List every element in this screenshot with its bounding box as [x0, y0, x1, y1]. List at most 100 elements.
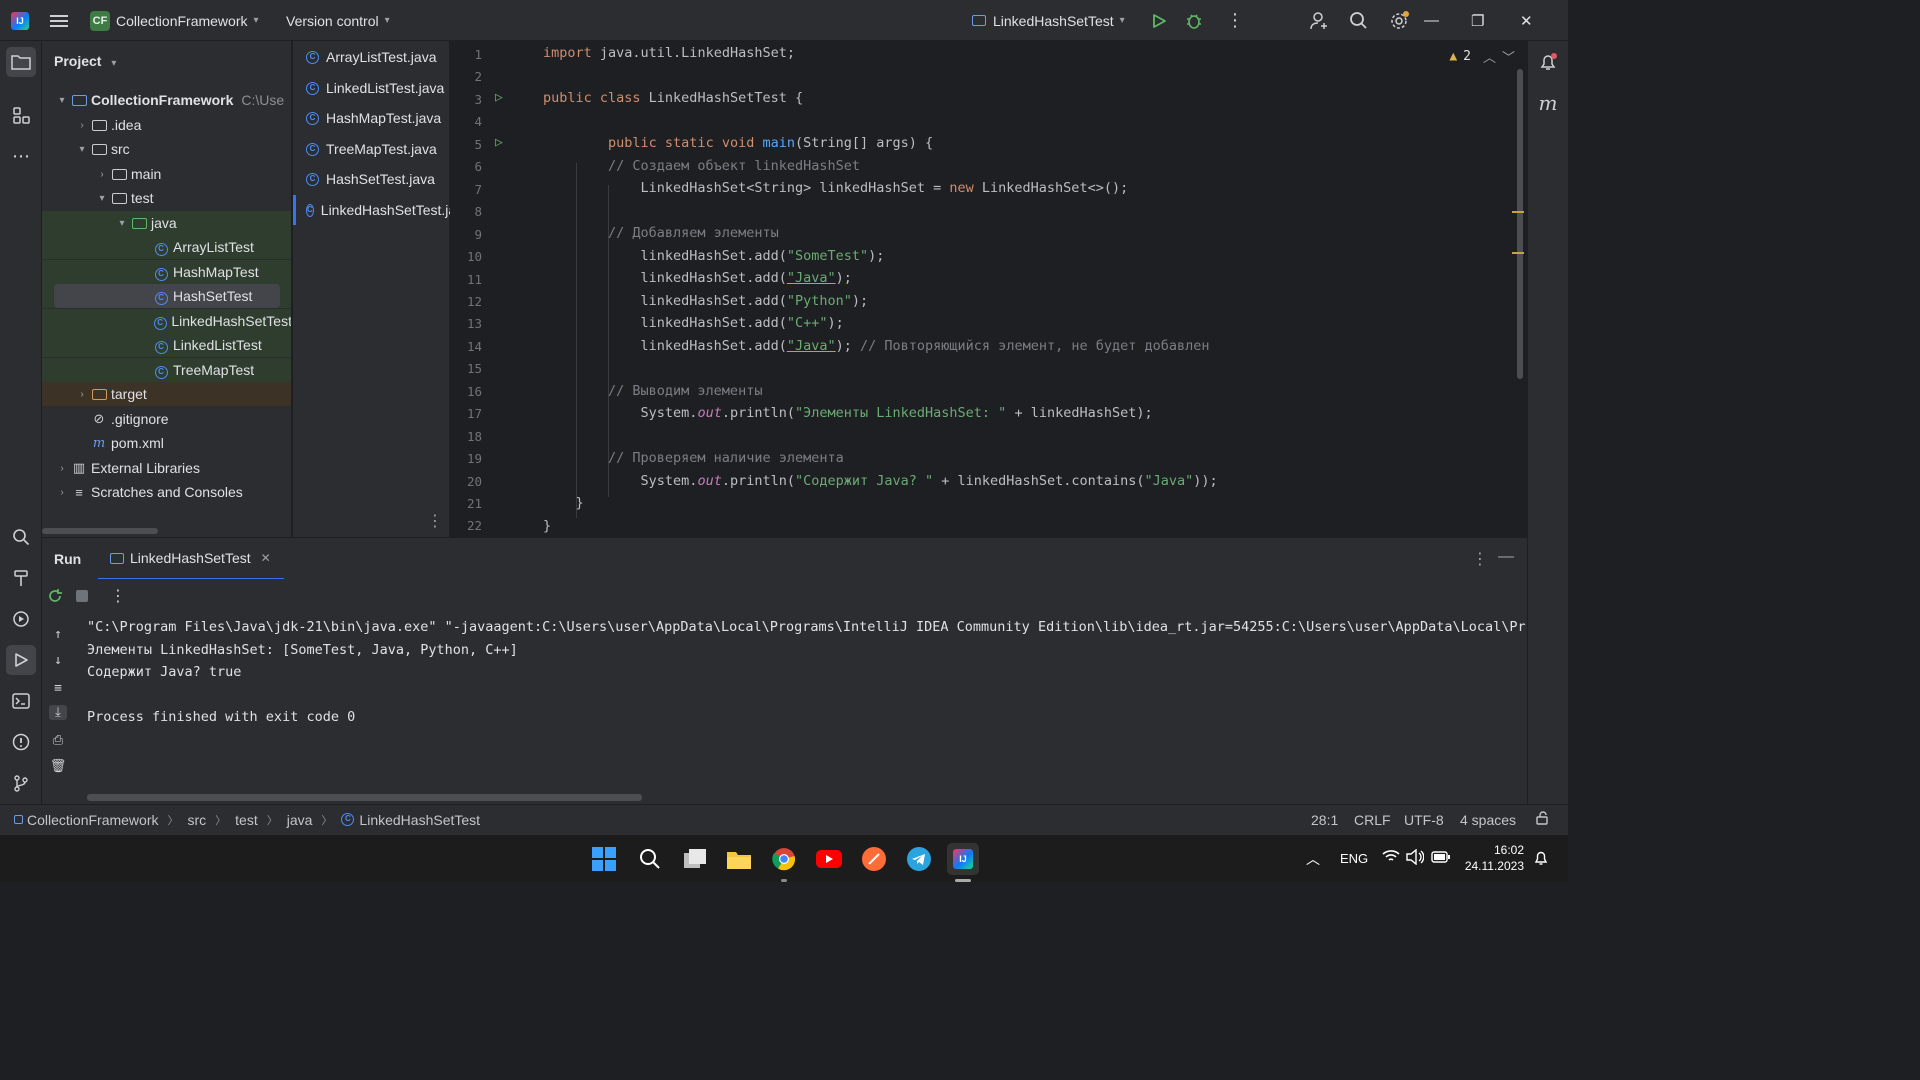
problems-tool-button[interactable]	[6, 727, 36, 757]
tree-node-test[interactable]: ▾ test	[42, 186, 291, 210]
unlock-icon[interactable]	[1536, 811, 1550, 828]
vertical-scrollbar[interactable]	[1517, 69, 1523, 379]
tree-node-treemaptest[interactable]: C TreeMapTest	[42, 358, 291, 382]
next-highlight-icon[interactable]: ﹀	[1502, 47, 1515, 66]
project-tool-button[interactable]	[6, 47, 36, 77]
soft-wrap-icon[interactable]: ≡	[49, 681, 67, 696]
code-editor[interactable]: 1 2 3 4 5 6 7 8 9 10 11 12 13 14 15 16 17 18 19 20 21 22 ▷ ▷ …	[450, 41, 1527, 537]
run-configuration-selector[interactable]: LinkedHashSetTest ▾	[972, 0, 1125, 41]
clock[interactable]: 16:02 24.11.2023	[1464, 842, 1524, 874]
tree-node-target[interactable]: › target	[42, 382, 291, 406]
tree-node-linkedhashsettest[interactable]: C LinkedHashSetTest	[42, 309, 291, 333]
tree-node-idea[interactable]: › .idea	[42, 113, 291, 137]
input-language[interactable]: ENG	[1340, 851, 1368, 866]
tree-node-scratches[interactable]: › ≡ Scratches and Consoles	[42, 480, 291, 504]
services-tool-button[interactable]	[6, 604, 36, 634]
inspection-widget[interactable]: ▲ 2 ︿ ﹀	[1449, 47, 1515, 66]
youtube-icon[interactable]	[813, 843, 845, 875]
file-explorer-icon[interactable]	[723, 843, 755, 875]
version-control-menu[interactable]: Version control ▾	[286, 0, 390, 41]
caret-position[interactable]: 28:1	[1311, 812, 1338, 828]
tree-node-arraylisttest[interactable]: C ArrayListTest	[42, 235, 291, 259]
close-icon[interactable]: ✕	[261, 551, 271, 565]
postman-icon[interactable]	[858, 843, 890, 875]
windows-start-icon[interactable]	[588, 843, 620, 875]
run-tool-button[interactable]	[6, 645, 36, 675]
tree-node-hashmaptest[interactable]: C HashMapTest	[42, 260, 291, 284]
tree-node-src[interactable]: ▾ src	[42, 137, 291, 161]
warning-marker[interactable]	[1512, 252, 1524, 254]
notifications-button[interactable]	[1533, 47, 1563, 77]
breadcrumb-item[interactable]: src	[187, 812, 206, 828]
search-icon[interactable]	[634, 843, 666, 875]
breadcrumb-item[interactable]: java	[287, 812, 313, 828]
chrome-icon[interactable]	[768, 843, 800, 875]
tree-node-main[interactable]: › main	[42, 162, 291, 186]
intellij-logo-icon[interactable]: IJ	[11, 0, 29, 41]
previous-highlight-icon[interactable]: ︿	[1483, 47, 1496, 66]
stop-icon[interactable]	[76, 590, 88, 602]
tab-linkedhashsettest[interactable]: C LinkedHashSetTest.java	[293, 195, 450, 225]
tree-node-hashsettest[interactable]: C HashSetTest	[42, 284, 291, 308]
horizontal-scrollbar[interactable]	[42, 528, 158, 534]
tab-hashsettest[interactable]: C HashSetTest.java	[293, 164, 450, 194]
tree-node-pom[interactable]: m pom.xml	[42, 431, 291, 455]
wifi-icon[interactable]	[1382, 849, 1400, 866]
breadcrumb-item[interactable]: test	[235, 812, 258, 828]
telegram-icon[interactable]	[903, 843, 935, 875]
trash-icon[interactable]: 🗑	[49, 759, 67, 774]
run-console[interactable]: ↑ ↓ ≡ ⤓ ⎙ 🗑 "C:\Program Files\Java\jdk-2…	[42, 615, 1527, 804]
more-run-actions-icon[interactable]: ⋮	[110, 586, 126, 606]
code-with-me-button[interactable]	[1309, 0, 1329, 41]
indent-setting[interactable]: 4 spaces	[1460, 812, 1516, 828]
maven-tool-icon[interactable]: m	[1533, 88, 1563, 118]
notification-bell-icon[interactable]	[1533, 849, 1549, 870]
run-options-icon[interactable]: ⋮	[1472, 549, 1488, 569]
tree-node-external-libraries[interactable]: › ▥ External Libraries	[42, 456, 291, 480]
down-arrow-icon[interactable]: ↓	[49, 653, 67, 668]
tree-node-collectionframework[interactable]: ▾ CollectionFramework C:\Use	[42, 88, 291, 112]
run-main-gutter-icon[interactable]: ▷	[495, 135, 503, 150]
rerun-button[interactable]	[47, 588, 63, 607]
minimize-button[interactable]: —	[1424, 0, 1470, 41]
debug-button[interactable]	[1185, 0, 1203, 41]
project-panel-header[interactable]: Project ▾	[54, 53, 116, 69]
line-separator[interactable]: CRLF	[1354, 812, 1391, 828]
breadcrumb-item[interactable]: LinkedHashSetTest	[359, 812, 480, 828]
terminal-tool-button[interactable]	[6, 686, 36, 716]
intellij-taskbar-icon[interactable]: IJ	[947, 843, 979, 875]
scroll-to-end-icon[interactable]: ⤓	[49, 705, 67, 720]
run-class-gutter-icon[interactable]: ▷	[495, 90, 503, 105]
more-tools-icon[interactable]: ⋯	[6, 141, 36, 171]
search-everywhere-button[interactable]	[1349, 0, 1368, 41]
git-tool-button[interactable]	[6, 768, 36, 798]
tabs-more-icon[interactable]: ⋮	[427, 511, 443, 531]
tab-hashmaptest[interactable]: C HashMapTest.java	[293, 103, 450, 133]
warning-marker[interactable]	[1512, 211, 1524, 213]
tab-arraylisttest[interactable]: C ArrayListTest.java	[293, 42, 450, 72]
show-hidden-icons-button[interactable]: ︿	[1306, 849, 1320, 869]
structure-tool-button[interactable]	[6, 100, 36, 130]
search-tool-button[interactable]	[6, 522, 36, 552]
horizontal-scrollbar[interactable]	[87, 794, 642, 801]
breadcrumb-item[interactable]: CollectionFramework	[27, 812, 158, 828]
close-button[interactable]: ✕	[1520, 0, 1566, 41]
build-tool-button[interactable]	[6, 563, 36, 593]
print-icon[interactable]: ⎙	[49, 733, 67, 748]
file-encoding[interactable]: UTF-8	[1404, 812, 1444, 828]
tab-treemaptest[interactable]: C TreeMapTest.java	[293, 134, 450, 164]
tree-node-java[interactable]: ▾ java	[42, 211, 291, 235]
restore-button[interactable]: ❐	[1471, 0, 1517, 41]
volume-icon[interactable]	[1406, 848, 1425, 868]
task-view-icon[interactable]	[679, 843, 711, 875]
main-menu-button[interactable]	[50, 0, 68, 41]
up-arrow-icon[interactable]: ↑	[49, 627, 67, 642]
more-actions-icon[interactable]: ⋮	[1226, 0, 1244, 41]
tab-linkedlisttest[interactable]: C LinkedListTest.java	[293, 73, 450, 103]
settings-button[interactable]	[1389, 0, 1411, 41]
project-switcher[interactable]: CF CollectionFramework ▾	[90, 0, 259, 41]
hide-panel-icon[interactable]: —	[1498, 548, 1514, 566]
tree-node-gitignore[interactable]: ⊘ .gitignore	[42, 407, 291, 431]
battery-icon[interactable]	[1431, 850, 1451, 867]
run-tab-linkedhashsettest[interactable]: LinkedHashSetTest ✕	[98, 538, 284, 580]
